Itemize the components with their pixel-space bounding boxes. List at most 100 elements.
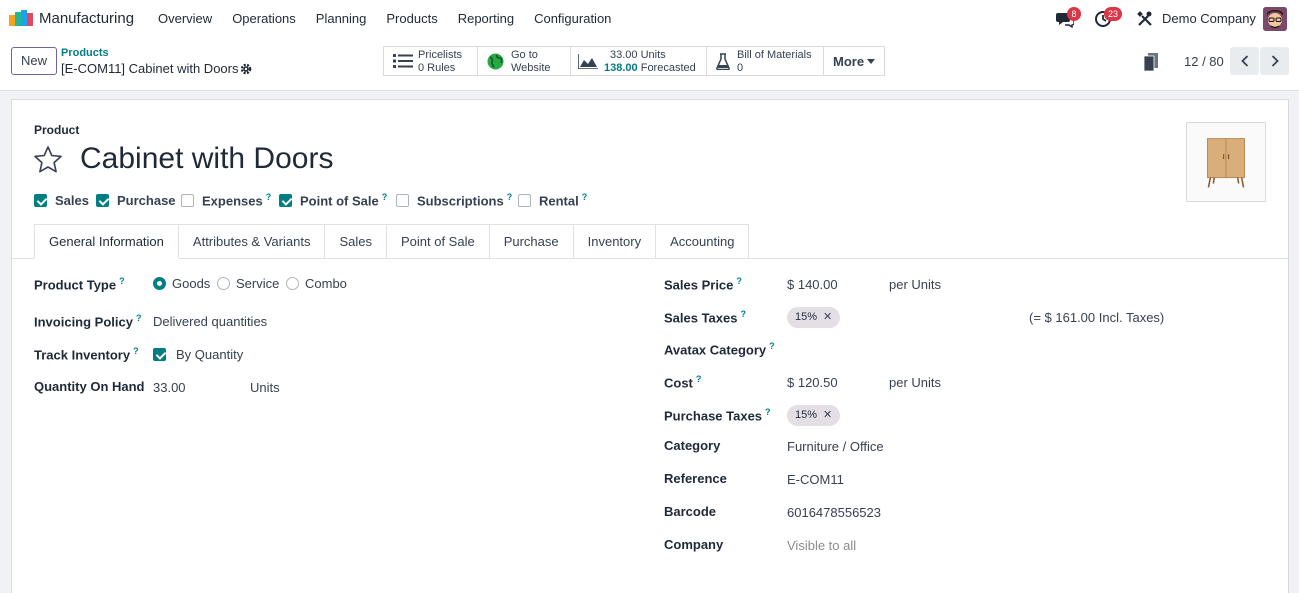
tab-sales[interactable]: Sales bbox=[325, 224, 387, 259]
remove-tag-icon[interactable]: ✕ bbox=[823, 405, 832, 426]
website-label: Website bbox=[511, 62, 551, 74]
go-to-website-smart-button[interactable]: Go to Website bbox=[478, 47, 571, 75]
help-tooltip-icon[interactable]: ? bbox=[582, 192, 588, 202]
help-tooltip-icon[interactable]: ? bbox=[696, 374, 702, 384]
quantity-on-hand-field[interactable]: 33.00 bbox=[153, 380, 186, 395]
subscriptions-checkbox-label: Subscriptions bbox=[417, 193, 504, 209]
area-chart-icon bbox=[578, 54, 598, 69]
tab-attributes-variants[interactable]: Attributes & Variants bbox=[178, 224, 326, 259]
help-tooltip-icon[interactable]: ? bbox=[133, 346, 139, 356]
purchase-checkbox[interactable]: Purchase bbox=[96, 193, 176, 208]
sales-tax-tag: 15% ✕ bbox=[787, 307, 841, 328]
radio-combo[interactable]: Combo bbox=[286, 276, 347, 291]
tab-point-of-sale[interactable]: Point of Sale bbox=[386, 224, 490, 259]
barcode-label: Barcode bbox=[664, 504, 717, 519]
gear-icon[interactable] bbox=[240, 63, 252, 75]
track-inventory-checkbox-box[interactable] bbox=[153, 347, 166, 361]
company-label: Company bbox=[664, 537, 724, 552]
sales-taxes-label: Sales Taxes? bbox=[664, 309, 746, 325]
help-tooltip-icon[interactable]: ? bbox=[765, 407, 771, 417]
product-name-field[interactable]: Cabinet with Doors bbox=[80, 142, 333, 176]
cabinet-image bbox=[1206, 138, 1246, 188]
sales-price-incl-taxes: (= $ 161.00 Incl. Taxes) bbox=[1029, 310, 1165, 325]
radio-goods[interactable]: Goods bbox=[153, 276, 210, 291]
help-tooltip-icon[interactable]: ? bbox=[507, 192, 513, 202]
tab-general-information[interactable]: General Information bbox=[34, 224, 179, 259]
menu-operations[interactable]: Operations bbox=[232, 11, 296, 26]
app-name[interactable]: Manufacturing bbox=[39, 10, 134, 27]
remove-tag-icon[interactable]: ✕ bbox=[823, 307, 832, 328]
product-form-sheet: Product Cabinet with Doors Sales Purchas… bbox=[11, 99, 1289, 593]
product-type-label: Product Type? bbox=[34, 276, 125, 292]
point-of-sale-checkbox-label: Point of Sale bbox=[300, 193, 379, 209]
tab-purchase[interactable]: Purchase bbox=[489, 224, 574, 259]
rental-checkbox-box[interactable] bbox=[518, 193, 531, 207]
star-favorite-icon[interactable] bbox=[33, 145, 63, 175]
help-tooltip-icon[interactable]: ? bbox=[769, 341, 775, 351]
quantity-on-hand-label: Quantity On Hand bbox=[34, 379, 145, 394]
menu-reporting[interactable]: Reporting bbox=[458, 11, 514, 26]
tab-accounting[interactable]: Accounting bbox=[656, 224, 750, 259]
purchase-taxes-label: Purchase Taxes? bbox=[664, 407, 771, 423]
sales-price-field[interactable]: $ 140.00 bbox=[787, 277, 838, 292]
category-field[interactable]: Furniture / Office bbox=[787, 439, 884, 454]
sales-checkbox[interactable]: Sales bbox=[34, 193, 89, 208]
expenses-checkbox[interactable]: Expenses? bbox=[181, 192, 272, 209]
radio-goods-dot[interactable] bbox=[153, 277, 166, 290]
product-type-label-text: Product Type bbox=[34, 277, 117, 293]
radio-goods-label: Goods bbox=[172, 276, 211, 291]
new-button[interactable]: New bbox=[11, 47, 57, 75]
tab-inventory[interactable]: Inventory bbox=[573, 224, 657, 259]
pricelists-smart-button[interactable]: Pricelists 0 Rules bbox=[384, 47, 478, 75]
track-inventory-checkbox[interactable]: By Quantity bbox=[153, 347, 243, 362]
tools-icon[interactable] bbox=[1136, 10, 1154, 28]
point-of-sale-checkbox[interactable]: Point of Sale? bbox=[279, 192, 388, 209]
breadcrumb-products[interactable]: Products bbox=[61, 47, 109, 59]
category-label: Category bbox=[664, 438, 721, 453]
menu-configuration[interactable]: Configuration bbox=[534, 11, 611, 26]
bom-label: Bill of Materials bbox=[737, 49, 812, 61]
purchase-checkbox-box[interactable] bbox=[96, 193, 109, 207]
expenses-checkbox-box[interactable] bbox=[181, 193, 194, 207]
pager-value[interactable]: 12 / 80 bbox=[1184, 54, 1224, 69]
bill-of-materials-smart-button[interactable]: Bill of Materials 0 bbox=[707, 47, 824, 75]
pager-previous-button[interactable] bbox=[1230, 47, 1259, 75]
manufacturing-app-icon[interactable] bbox=[9, 10, 33, 26]
menu-products[interactable]: Products bbox=[386, 11, 437, 26]
product-label: Product bbox=[34, 123, 80, 137]
help-tooltip-icon[interactable]: ? bbox=[266, 192, 272, 202]
cost-field[interactable]: $ 120.50 bbox=[787, 375, 838, 390]
point-of-sale-checkbox-box[interactable] bbox=[279, 193, 292, 207]
user-avatar[interactable] bbox=[1263, 7, 1287, 31]
sales-checkbox-box[interactable] bbox=[34, 193, 47, 207]
caret-down-icon bbox=[867, 59, 875, 64]
help-tooltip-icon[interactable]: ? bbox=[136, 313, 142, 323]
barcode-field[interactable]: 6016478556523 bbox=[787, 505, 881, 520]
forecast-smart-button[interactable]: 33.00 Units 138.00 Forecasted bbox=[571, 47, 707, 75]
invoicing-policy-field[interactable]: Delivered quantities bbox=[153, 314, 267, 329]
help-tooltip-icon[interactable]: ? bbox=[119, 276, 125, 286]
radio-combo-dot[interactable] bbox=[286, 277, 299, 290]
breadcrumb-current-record: [E-COM11] Cabinet with Doors bbox=[61, 61, 239, 76]
track-inventory-selection[interactable]: By Quantity bbox=[176, 347, 243, 362]
company-switcher[interactable]: Demo Company bbox=[1162, 11, 1256, 26]
help-tooltip-icon[interactable]: ? bbox=[736, 276, 742, 286]
documents-icon[interactable] bbox=[1143, 53, 1159, 71]
more-button[interactable]: More bbox=[824, 47, 884, 75]
expenses-checkbox-label: Expenses bbox=[202, 193, 263, 209]
radio-service[interactable]: Service bbox=[217, 276, 279, 291]
rental-checkbox[interactable]: Rental? bbox=[518, 192, 588, 208]
radio-service-dot[interactable] bbox=[217, 277, 230, 290]
product-image[interactable] bbox=[1186, 122, 1266, 202]
menu-overview[interactable]: Overview bbox=[158, 11, 212, 26]
menu-planning[interactable]: Planning bbox=[316, 11, 367, 26]
help-tooltip-icon[interactable]: ? bbox=[740, 309, 746, 319]
subscriptions-checkbox[interactable]: Subscriptions? bbox=[396, 192, 513, 209]
reference-field[interactable]: E-COM11 bbox=[787, 472, 844, 487]
chevron-left-icon bbox=[1240, 55, 1248, 67]
company-field[interactable]: Visible to all bbox=[787, 538, 856, 553]
help-tooltip-icon[interactable]: ? bbox=[382, 192, 388, 202]
pager-next-button[interactable] bbox=[1260, 47, 1289, 75]
subscriptions-checkbox-box[interactable] bbox=[396, 193, 409, 207]
smart-buttons: Pricelists 0 Rules Go to Website 33.00 U… bbox=[383, 46, 885, 76]
